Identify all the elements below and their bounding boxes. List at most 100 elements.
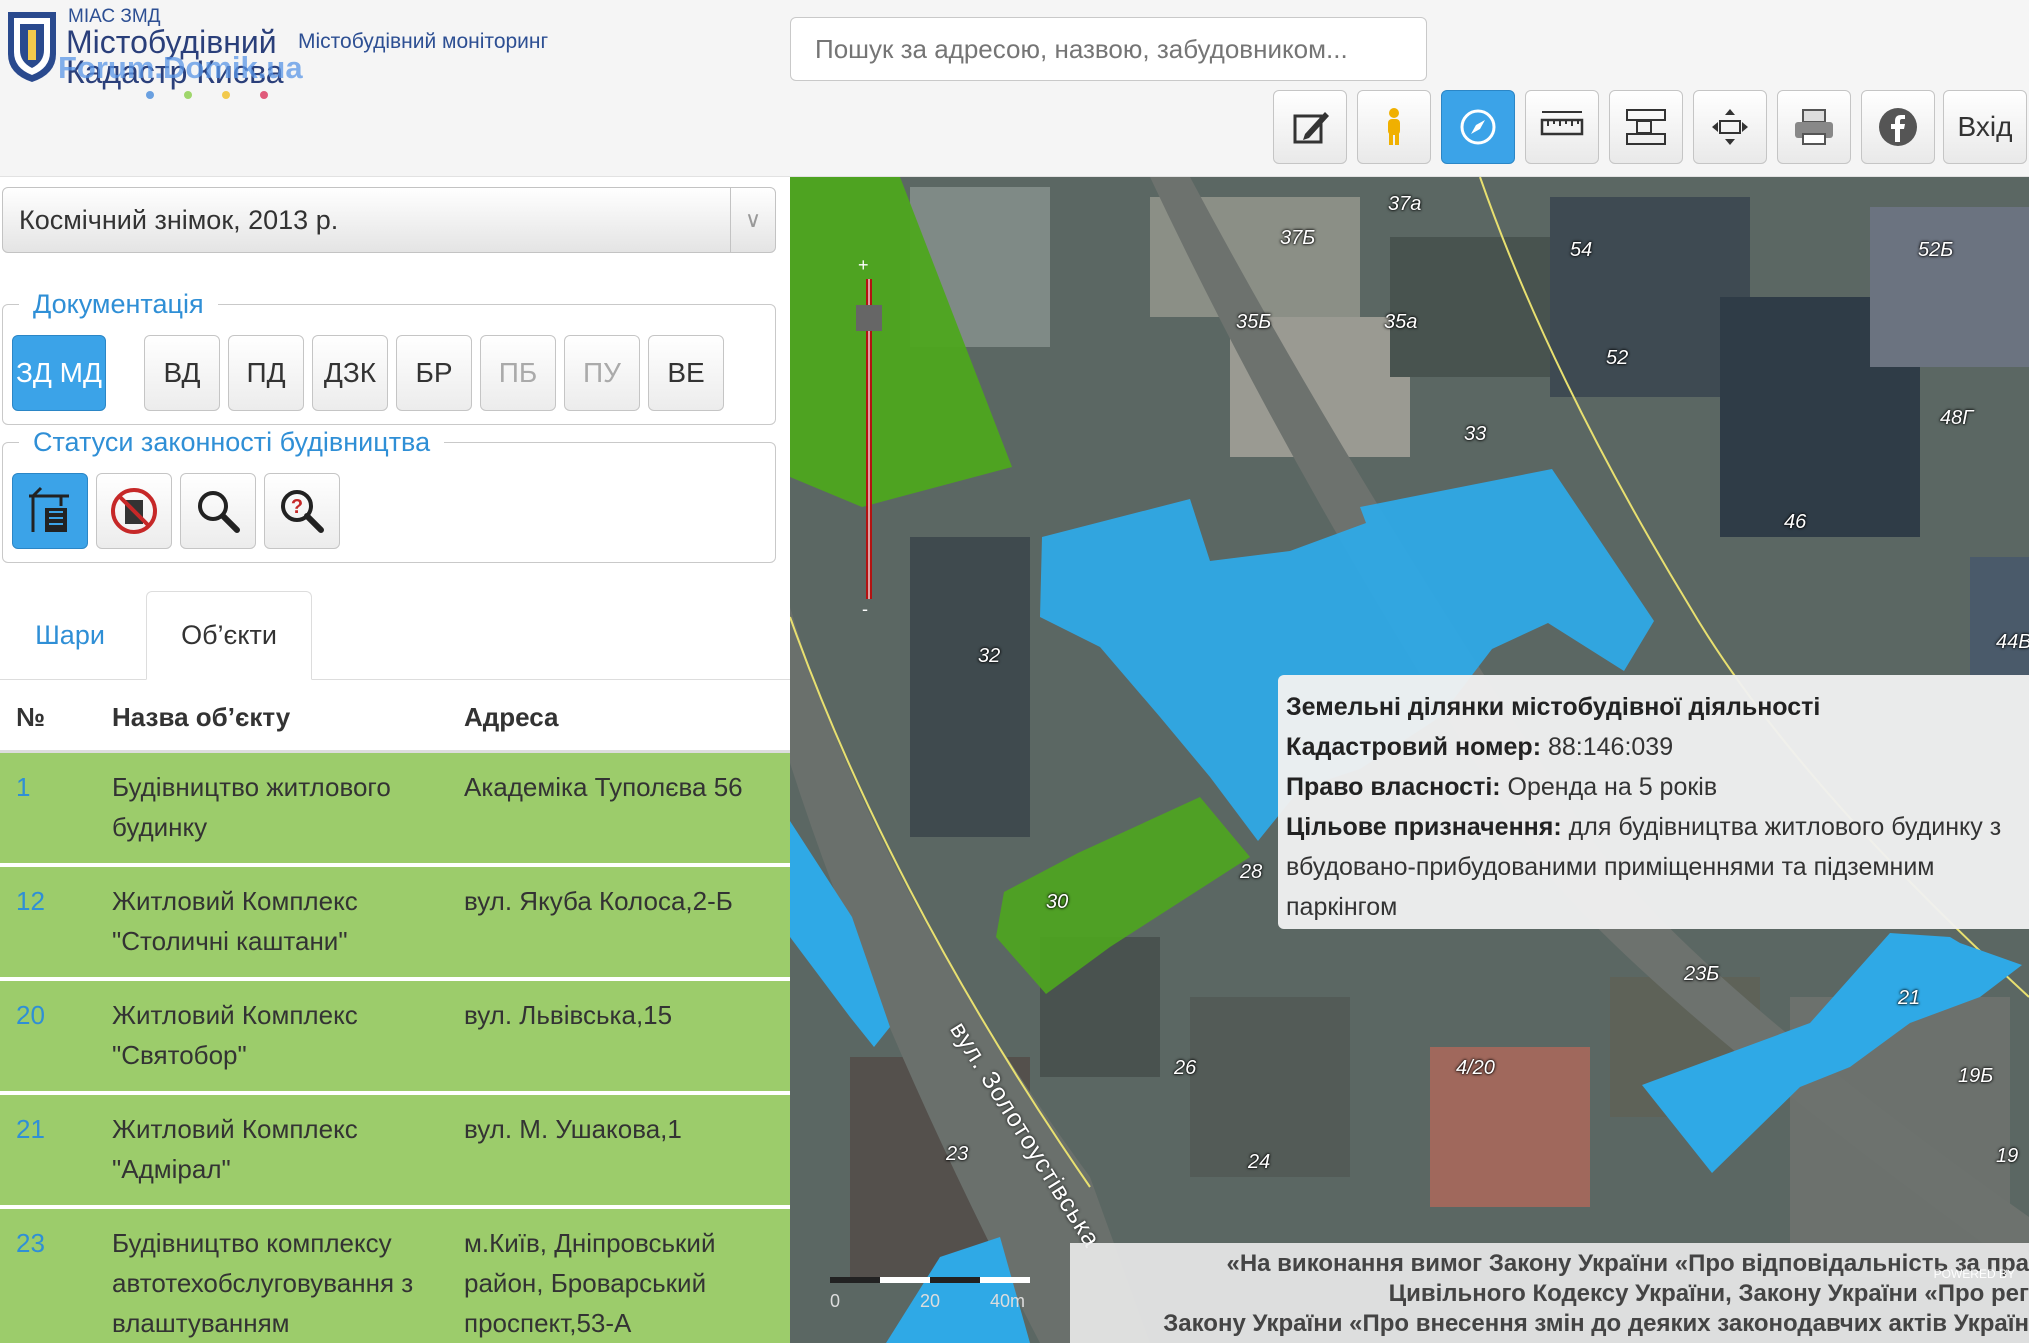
popup-title: Земельні ділянки містобудівної діяльност… xyxy=(1286,693,1821,721)
map-label: 4/20 xyxy=(1456,1057,1495,1079)
popup-ownership-label: Право власності: xyxy=(1286,773,1501,801)
map-label: 46 xyxy=(1784,511,1807,533)
map-label: 35Б xyxy=(1236,311,1272,333)
map-label: 28 xyxy=(1240,861,1263,883)
popup-ownership-value: Оренда на 5 років xyxy=(1507,773,1718,801)
row-num[interactable]: 20 xyxy=(16,995,45,1035)
legal-notice-line: Закону України «Про внесення змін до дея… xyxy=(1163,1310,2029,1337)
chevron-down-icon[interactable]: ∨ xyxy=(730,188,775,252)
row-num[interactable]: 23 xyxy=(16,1223,45,1263)
column-header-num: № xyxy=(16,702,45,732)
map-label: 21 xyxy=(1898,987,1921,1009)
doc-button-dzk[interactable]: ДЗК xyxy=(312,335,388,411)
row-name: Будівництво житлового будинку xyxy=(112,772,391,842)
login-button[interactable]: Вхід xyxy=(1943,90,2027,164)
area-measure-button[interactable] xyxy=(1609,90,1683,164)
street-view-button[interactable] xyxy=(1357,90,1431,164)
compass-button[interactable] xyxy=(1441,90,1515,164)
map-label: 23Б xyxy=(1684,963,1720,985)
ruler-button[interactable] xyxy=(1525,90,1599,164)
inspection-icon xyxy=(198,491,240,533)
popup-cadastral-value: 88:146:039 xyxy=(1547,733,1674,761)
facebook-icon xyxy=(1879,108,1917,146)
table-row[interactable]: 20 Житловий Комплекс "Святобор" вул. Льв… xyxy=(0,981,790,1093)
doc-button-br[interactable]: БР xyxy=(396,335,472,411)
doc-button-vd[interactable]: ВД xyxy=(144,335,220,411)
doc-button-pd[interactable]: ПД xyxy=(228,335,304,411)
row-num[interactable]: 1 xyxy=(16,767,30,807)
row-num[interactable]: 21 xyxy=(16,1109,45,1149)
legal-notice-line: «На виконання вимог Закону України «Про … xyxy=(1226,1250,2029,1277)
table-row[interactable]: 1 Будівництво житлового будинку Академік… xyxy=(0,753,790,865)
kyiv-shield-logo-icon xyxy=(8,12,56,82)
legal-construction-icon xyxy=(29,486,69,532)
map-label: 32 xyxy=(978,645,1001,667)
street-view-person-icon xyxy=(1388,108,1400,145)
tab-layers[interactable]: Шари xyxy=(0,591,140,679)
panel-tabs: Шари Об’єкти xyxy=(0,591,790,680)
row-address: вул. Львівська,15 xyxy=(464,1000,673,1030)
print-button[interactable] xyxy=(1777,90,1851,164)
documentation-legend: Документація xyxy=(33,289,204,319)
compass-icon xyxy=(1460,109,1496,145)
table-row[interactable]: 23 Будівництво комплексу автотехобслугов… xyxy=(0,1209,790,1343)
doc-button-ve[interactable]: ВЕ xyxy=(648,335,724,411)
row-name: Житловий Комплекс "Адмірал" xyxy=(112,1114,358,1184)
map-label: 52 xyxy=(1606,347,1629,369)
map-label: 30 xyxy=(1046,891,1069,913)
objects-table-header: № Назва об’єкту Адреса xyxy=(0,680,790,753)
tab-objects[interactable]: Об’єкти xyxy=(146,591,312,680)
legality-status-legend: Статуси законності будівництва xyxy=(33,427,431,457)
base-layer-select[interactable]: Космічний знімок, 2013 р. ∨ xyxy=(2,187,776,253)
scale-label: 20 xyxy=(920,1291,940,1311)
row-name: Житловий Комплекс "Святобор" xyxy=(112,1000,358,1070)
doc-button-zd-md[interactable]: ЗД МД xyxy=(12,335,106,411)
doc-button-pu[interactable]: ПУ xyxy=(564,335,640,411)
search-input[interactable] xyxy=(790,17,1427,81)
status-inspection-button[interactable] xyxy=(180,473,256,549)
unknown-status-icon: ? xyxy=(281,490,324,533)
edit-button[interactable] xyxy=(1273,90,1347,164)
doc-button-pb[interactable]: ПБ xyxy=(480,335,556,411)
map-label: 54 xyxy=(1570,239,1593,261)
scale-label: 0 xyxy=(830,1291,840,1311)
map-label: 19 xyxy=(1996,1145,2019,1167)
map-label: 23 xyxy=(946,1143,969,1165)
watermark: Forum.Domik.ua xyxy=(58,50,303,85)
map-label: 52Б xyxy=(1918,239,1954,261)
row-num[interactable]: 12 xyxy=(16,881,45,921)
status-illegal-button[interactable] xyxy=(96,473,172,549)
fullscreen-button[interactable] xyxy=(1693,90,1767,164)
map-view[interactable]: 37а 37Б 35Б 35а 33 54 52Б 52 48Г 46 44В … xyxy=(790,177,2029,1343)
column-header-name: Назва об’єкту xyxy=(112,702,291,732)
facebook-button[interactable] xyxy=(1861,90,1935,164)
svg-text:+: + xyxy=(858,257,869,275)
legal-notice-line: Цивільного Кодексу України, Закону Украї… xyxy=(1388,1280,2029,1307)
base-layer-value: Космічний знімок, 2013 р. xyxy=(19,205,339,235)
legal-notice: «На виконання вимог Закону України «Про … xyxy=(1070,1243,2029,1343)
table-row[interactable]: 12 Житловий Комплекс "Столичні каштани" … xyxy=(0,867,790,979)
map-label: 44В xyxy=(1996,631,2029,653)
column-header-address: Адреса xyxy=(464,702,559,732)
table-row[interactable]: 21 Житловий Комплекс "Адмірал" вул. М. У… xyxy=(0,1095,790,1207)
svg-text:?: ? xyxy=(291,496,303,518)
map-label: 35а xyxy=(1384,311,1418,333)
powered-by-text: POWERED BY xyxy=(1933,1267,2015,1281)
logo-dots xyxy=(146,86,298,104)
map-label: 37а xyxy=(1388,193,1422,215)
status-unknown-button[interactable]: ? xyxy=(264,473,340,549)
map-label: 48Г xyxy=(1940,407,1974,429)
map-label: 33 xyxy=(1464,423,1487,445)
status-legal-button[interactable] xyxy=(12,473,88,549)
scale-label: 40m xyxy=(990,1291,1025,1311)
map-label: 24 xyxy=(1248,1151,1271,1173)
header: МІАС ЗМД Містобудівний Кадастр Києва Міс… xyxy=(0,0,2029,177)
printer-icon xyxy=(1795,109,1833,145)
row-address: вул. М. Ушакова,1 xyxy=(464,1114,682,1144)
illegal-construction-icon xyxy=(111,488,157,534)
row-name: Житловий Комплекс "Столичні каштани" xyxy=(112,886,358,956)
left-panel: Космічний знімок, 2013 р. ∨ Документація… xyxy=(0,177,790,1343)
zoom-slider[interactable]: + - xyxy=(856,257,886,617)
row-name: Будівництво комплексу автотехобслуговува… xyxy=(112,1228,414,1338)
parcel-info-popup: Земельні ділянки містобудівної діяльност… xyxy=(1278,675,2029,929)
